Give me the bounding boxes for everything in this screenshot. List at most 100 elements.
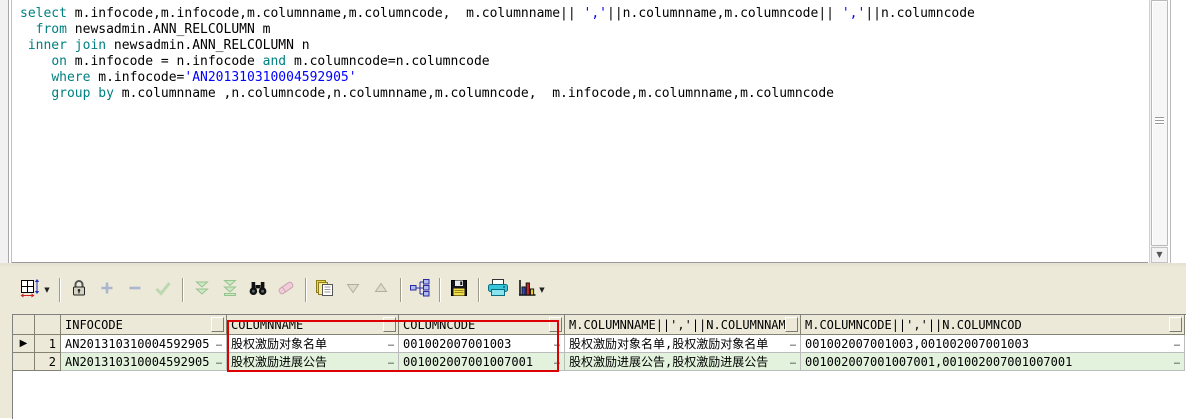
- result-grid[interactable]: INFOCODE COLUMNNAME COLUMNCODE M.COLUMNNAME…: [12, 314, 1186, 419]
- toolbar-separator: [59, 278, 60, 302]
- sql-code-text[interactable]: select m.infocode,m.infocode,m.columnnam…: [12, 0, 1148, 102]
- sql-editor[interactable]: select m.infocode,m.infocode,m.columnnam…: [12, 0, 1148, 263]
- cell-expand-button[interactable]: …: [1173, 338, 1184, 349]
- save-results-button[interactable]: [446, 277, 472, 303]
- table-row[interactable]: 2 AN201310310004592905… 股权激励进展公告… 001002007…: [13, 353, 1186, 371]
- row-number: 1: [48, 336, 56, 351]
- print-results-button[interactable]: [485, 277, 511, 303]
- triangle-up-icon: [371, 278, 391, 302]
- grid-mode-button[interactable]: ▼: [17, 277, 53, 303]
- cell-value: 001002007001007001,001002007001007001: [805, 354, 1073, 369]
- chart-icon: [517, 278, 537, 302]
- tree-icon: [409, 278, 431, 302]
- results-pane: ▼ ▼ INFOCODE COLUMNNAME COLUMNCODE M.COLUMNN…: [0, 263, 1186, 419]
- lock-icon: [69, 278, 89, 302]
- grid-header-row: INFOCODE COLUMNNAME COLUMNCODE M.COLUMNNAME…: [13, 315, 1186, 335]
- grid-cell[interactable]: 股权激励进展公告,股权激励进展公告 …: [565, 353, 801, 371]
- copy-results-button[interactable]: [312, 277, 338, 303]
- cell-expand-button[interactable]: …: [553, 338, 564, 349]
- floppy-icon: [449, 278, 469, 302]
- minus-icon: [125, 278, 145, 302]
- column-header-label: M.COLUMNNAME||','||N.COLUMNNAM: [569, 317, 785, 332]
- row-indicator-cell[interactable]: ▶: [13, 335, 35, 353]
- toolbar-separator: [182, 278, 183, 302]
- column-header-5[interactable]: M.COLUMNCODE||','||N.COLUMNCOD: [801, 315, 1185, 335]
- column-header-2[interactable]: COLUMNNAME: [227, 315, 399, 335]
- toolbar-separator: [305, 278, 306, 302]
- cell-expand-button[interactable]: …: [215, 356, 226, 367]
- grid-cell[interactable]: 001002007001003,001002007001003 …: [801, 335, 1185, 353]
- chevrons-down-line-icon: [220, 278, 240, 302]
- window-right-edge: [1170, 0, 1171, 263]
- row-number-header-cell: [35, 315, 61, 335]
- row-number-cell[interactable]: 2: [35, 353, 61, 371]
- cell-value: 001002007001007001: [403, 354, 534, 369]
- column-header-label: COLUMNCODE: [403, 317, 476, 332]
- dropdown-caret-icon[interactable]: ▼: [539, 286, 544, 294]
- previous-result-button: [340, 277, 366, 303]
- scrollbar-grip: [1155, 117, 1164, 125]
- cell-value: 股权激励对象名单,股权激励对象名单: [569, 337, 769, 351]
- table-row[interactable]: ▶ 1 AN201310310004592905… 股权激励对象名单… 00100200…: [13, 335, 1186, 353]
- sql-line: select m.infocode,m.infocode,m.columnnam…: [20, 6, 975, 21]
- cell-value: 001002007001003,001002007001003: [805, 336, 1029, 351]
- binoculars-icon: [248, 278, 268, 302]
- sql-line: inner join newsadmin.ANN_RELCOLUMN n: [27, 38, 310, 53]
- grid-cell[interactable]: 股权激励对象名单,股权激励对象名单 …: [565, 335, 801, 353]
- column-resize-handle[interactable]: [1169, 317, 1182, 332]
- cell-expand-button[interactable]: …: [387, 356, 398, 367]
- cell-expand-button[interactable]: …: [789, 338, 800, 349]
- editor-vertical-scrollbar[interactable]: ▼: [1149, 0, 1168, 263]
- cell-expand-button[interactable]: …: [1173, 356, 1184, 367]
- cell-value: 001002007001003: [403, 336, 512, 351]
- cell-expand-button[interactable]: …: [553, 356, 564, 367]
- row-number: 2: [48, 354, 56, 369]
- scroll-down-button[interactable]: ▼: [1151, 247, 1168, 263]
- grid-cell[interactable]: 001002007001003 …: [399, 335, 565, 353]
- cell-expand-button[interactable]: …: [789, 356, 800, 367]
- row-indicator-cell[interactable]: [13, 353, 35, 371]
- column-resize-handle[interactable]: [785, 317, 798, 332]
- column-header-label: M.COLUMNCODE||','||N.COLUMNCOD: [805, 317, 1022, 332]
- cell-expand-button[interactable]: …: [387, 338, 398, 349]
- fetch-last-page-button: [217, 277, 243, 303]
- fetch-next-page-button: [189, 277, 215, 303]
- grid-cell[interactable]: 股权激励进展公告 …: [227, 353, 399, 371]
- grid-cell[interactable]: AN201310310004592905 …: [61, 353, 227, 371]
- grid-corner-cell: [13, 315, 35, 335]
- cell-value: 股权激励进展公告: [231, 355, 328, 369]
- delete-record-button: [122, 277, 148, 303]
- grid-cell[interactable]: 001002007001007001,001002007001007001 …: [801, 353, 1185, 371]
- cell-expand-button[interactable]: …: [215, 338, 226, 349]
- post-changes-button: [150, 277, 176, 303]
- column-resize-handle[interactable]: [383, 317, 396, 332]
- toolbar-separator: [439, 278, 440, 302]
- column-header-1[interactable]: INFOCODE: [61, 315, 227, 335]
- linked-query-button[interactable]: [407, 277, 433, 303]
- lock-records-button[interactable]: [66, 277, 92, 303]
- grid-cell[interactable]: AN201310310004592905 …: [61, 335, 227, 353]
- chart-results-button[interactable]: ▼: [513, 277, 549, 303]
- sql-line: group by m.columnname ,n.columncode,n.co…: [51, 86, 834, 101]
- current-row-arrow-icon: ▶: [19, 337, 28, 349]
- dropdown-caret-icon[interactable]: ▼: [44, 286, 49, 294]
- column-resize-handle[interactable]: [549, 317, 562, 332]
- cell-value: AN201310310004592905: [65, 354, 210, 369]
- sql-line: from newsadmin.ANN_RELCOLUMN m: [35, 22, 271, 37]
- column-resize-handle[interactable]: [211, 317, 224, 332]
- eraser-icon: [276, 278, 296, 302]
- copy-icon: [315, 278, 335, 302]
- column-header-4[interactable]: M.COLUMNNAME||','||N.COLUMNNAM: [565, 315, 801, 335]
- find-button[interactable]: [245, 277, 271, 303]
- insert-record-button: [94, 277, 120, 303]
- column-header-3[interactable]: COLUMNCODE: [399, 315, 565, 335]
- grid-cell[interactable]: 001002007001007001 …: [399, 353, 565, 371]
- row-number-cell[interactable]: 1: [35, 335, 61, 353]
- grid-cell[interactable]: 股权激励对象名单 …: [227, 335, 399, 353]
- scrollbar-thumb[interactable]: [1151, 0, 1168, 246]
- cell-value: 股权激励进展公告,股权激励进展公告: [569, 355, 769, 369]
- cell-value: AN201310310004592905: [65, 336, 210, 351]
- toolbar-separator: [478, 278, 479, 302]
- cell-value: 股权激励对象名单: [231, 337, 328, 351]
- column-header-label: COLUMNNAME: [231, 317, 304, 332]
